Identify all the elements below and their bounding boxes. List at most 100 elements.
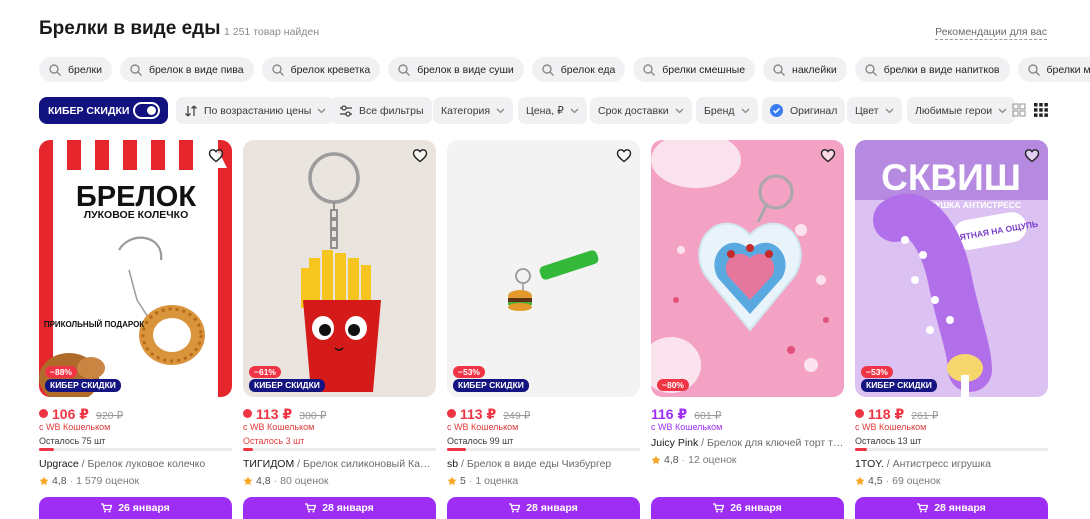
discount-badge: −53%: [861, 366, 893, 378]
sort-dropdown[interactable]: По возрастанию цены: [176, 97, 335, 124]
color-dropdown[interactable]: Цвет: [847, 97, 902, 124]
heroes-dropdown[interactable]: Любимые герои: [907, 97, 1016, 124]
chip[interactable]: брелок в виде пива: [119, 57, 254, 82]
stock-left: Осталось 75 шт: [39, 436, 106, 446]
reviews-count: 80 оценок: [280, 475, 329, 487]
old-price: 300 ₽: [299, 410, 327, 422]
view-switcher: [1012, 103, 1048, 117]
price-row: 118 ₽ 261 ₽: [855, 406, 938, 423]
recommendations-link[interactable]: Рекомендации для вас: [935, 26, 1047, 40]
discount-badge: −88%: [45, 366, 77, 378]
chip[interactable]: брелок еда: [531, 57, 626, 82]
chip[interactable]: наклейки: [763, 57, 847, 82]
discount-badge: −80%: [657, 379, 689, 391]
add-to-cart-button[interactable]: 28 января: [243, 497, 436, 519]
product-card[interactable]: −61% КИБЕР СКИДКИ 113 ₽ 300 ₽ с WB Кошел…: [243, 140, 436, 519]
delivery-date: 28 января: [934, 502, 986, 514]
product-name[interactable]: 1TOY. / Антистресс игрушка: [855, 458, 1048, 470]
product-card[interactable]: БРЕЛОК ЛУКОВОЕ КОЛЕЧКО ПРИКОЛЬНЫЙ ПОДАРО…: [39, 140, 232, 519]
page-header: Брелки в виде еды 1 251 товар найден Рек…: [39, 16, 1049, 46]
stock-bar: [447, 448, 640, 451]
heart-icon[interactable]: [616, 148, 632, 163]
heart-icon[interactable]: [208, 148, 224, 163]
product-image[interactable]: −80%: [651, 140, 844, 397]
rating: 4,5 · 69 оценок: [855, 475, 941, 487]
stock-left: Осталось 13 шт: [855, 436, 922, 446]
sale-dot-icon: [243, 409, 252, 418]
chip[interactable]: брелки в виде напитков: [854, 57, 1010, 82]
wallet-note: с WB Кошельком: [447, 422, 519, 432]
chevron-down-icon: [998, 108, 1007, 113]
add-to-cart-button[interactable]: 28 января: [855, 497, 1048, 519]
heart-icon[interactable]: [1024, 148, 1040, 163]
product-card[interactable]: −53% КИБЕР СКИДКИ 113 ₽ 249 ₽ с WB Кошел…: [447, 140, 640, 519]
product-image[interactable]: −53% КИБЕР СКИДКИ: [447, 140, 640, 397]
chevron-down-icon: [570, 108, 579, 113]
product-card[interactable]: −80% 116 ₽ 601 ₽ с WB Кошельком Juicy Pi…: [651, 140, 844, 519]
rating-value: 4,8: [664, 454, 679, 466]
suggestion-chips: брелки брелок в виде пива брелок креветк…: [39, 57, 1090, 82]
wallet-note: с WB Кошельком: [243, 422, 315, 432]
original-checkbox[interactable]: Оригинал: [762, 97, 846, 124]
sort-label: По возрастанию цены: [204, 104, 312, 117]
product-name[interactable]: Upgrace / Брелок луковое колечко: [39, 458, 232, 470]
category-label: Категория: [441, 104, 491, 117]
product-card[interactable]: СКВИШ МЯГКАЯ ИГРУШКА АНТИСТРЕСС ПРИЯТНАЯ…: [855, 140, 1048, 519]
toggle-switch[interactable]: [133, 102, 160, 119]
heart-icon[interactable]: [412, 148, 428, 163]
chip[interactable]: брелок креветка: [261, 57, 381, 82]
chip[interactable]: брелки смешные: [633, 57, 756, 82]
stock-bar-fill: [39, 448, 55, 451]
rating: 4,8 · 12 оценок: [651, 454, 737, 466]
delivery-label: Срок доставки: [598, 104, 669, 117]
chip[interactable]: брелки мемы: [1017, 57, 1090, 82]
search-icon: [130, 63, 142, 76]
fries-keychain-image: [243, 140, 436, 397]
add-to-cart-button[interactable]: 26 января: [651, 497, 844, 519]
delivery-dropdown[interactable]: Срок доставки: [590, 97, 692, 124]
sale-dot-icon: [855, 409, 864, 418]
product-image[interactable]: БРЕЛОК ЛУКОВОЕ КОЛЕЧКО ПРИКОЛЬНЫЙ ПОДАРО…: [39, 140, 232, 397]
delivery-date: 28 января: [526, 502, 578, 514]
stock-bar: [855, 448, 1048, 451]
chip-label: брелок в виде суши: [417, 63, 514, 76]
rating-value: 5: [460, 475, 466, 487]
cyber-sale-toggle[interactable]: КИБЕР СКИДКИ: [39, 97, 168, 124]
stock-bar-fill: [243, 448, 253, 451]
chip[interactable]: брелки: [39, 57, 112, 82]
grid-large-icon[interactable]: [1012, 103, 1026, 117]
chip[interactable]: брелок в виде суши: [388, 57, 524, 82]
rating-value: 4,8: [256, 475, 271, 487]
image-subtitle: ЛУКОВОЕ КОЛЕЧКО: [84, 209, 189, 221]
stock-bar-fill: [855, 448, 867, 451]
brand-dropdown[interactable]: Бренд: [696, 97, 758, 124]
all-filters-label: Все фильтры: [359, 104, 424, 117]
chip-label: брелки: [68, 63, 102, 76]
results-count: 1 251 товар найден: [224, 26, 320, 38]
product-name[interactable]: sb / Брелок в виде еды Чизбургер: [447, 458, 640, 470]
old-price: 601 ₽: [694, 410, 722, 422]
product-image[interactable]: СКВИШ МЯГКАЯ ИГРУШКА АНТИСТРЕСС ПРИЯТНАЯ…: [855, 140, 1048, 397]
reviews-count: 1 оценка: [475, 475, 519, 487]
price: 113 ₽: [460, 406, 497, 422]
rating: 5 · 1 оценка: [447, 475, 518, 487]
add-to-cart-button[interactable]: 28 января: [447, 497, 640, 519]
cyber-sale-badge: КИБЕР СКИДКИ: [249, 379, 325, 392]
product-image[interactable]: −61% КИБЕР СКИДКИ: [243, 140, 436, 397]
cart-icon: [713, 503, 725, 513]
product-name[interactable]: Juicy Pink / Брелок для ключей торт тор.…: [651, 437, 844, 449]
all-filters-button[interactable]: Все фильтры: [331, 97, 432, 124]
product-name[interactable]: ТИГИДОМ / Брелок силиконовый Карто...: [243, 458, 436, 470]
discount-badge: −53%: [453, 366, 485, 378]
price-row: 116 ₽ 601 ₽: [651, 406, 721, 423]
category-dropdown[interactable]: Категория: [433, 97, 514, 124]
heart-icon[interactable]: [820, 148, 836, 163]
grid-small-icon[interactable]: [1034, 103, 1048, 117]
search-icon: [643, 63, 656, 76]
chip-label: брелки смешные: [662, 63, 746, 76]
color-label: Цвет: [855, 104, 879, 117]
rating: 4,8 · 80 оценок: [243, 475, 329, 487]
search-icon: [864, 63, 877, 76]
add-to-cart-button[interactable]: 26 января: [39, 497, 232, 519]
price-dropdown[interactable]: Цена, ₽: [518, 97, 587, 124]
